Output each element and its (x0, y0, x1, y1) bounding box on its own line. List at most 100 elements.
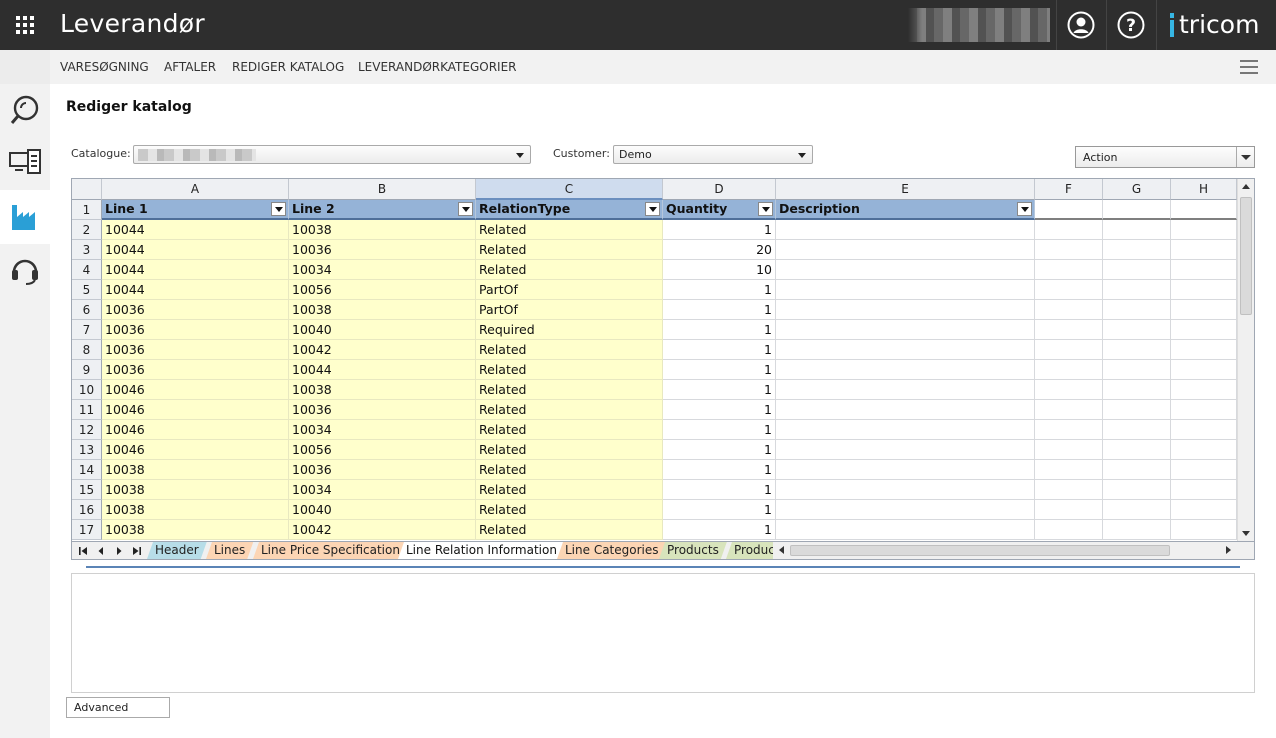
row-header[interactable]: 13 (72, 440, 102, 460)
action-select[interactable]: Action (1075, 146, 1255, 168)
sheet-tab[interactable]: Line Relation Information (398, 542, 565, 559)
sheet-tab[interactable]: Products (659, 542, 727, 559)
cell[interactable] (1103, 500, 1171, 520)
cell[interactable] (1035, 280, 1103, 300)
cell[interactable]: 1 (663, 360, 776, 380)
scroll-down-icon[interactable] (1242, 531, 1250, 536)
cell[interactable]: 1 (663, 340, 776, 360)
cell[interactable]: 10 (663, 260, 776, 280)
cell[interactable]: 10036 (102, 360, 289, 380)
menu-item-varesogning[interactable]: VARESØGNING (60, 60, 149, 74)
cell[interactable]: Related (476, 220, 663, 240)
table-header-cell[interactable]: Line 2 (289, 200, 476, 220)
cell[interactable]: 10036 (289, 240, 476, 260)
column-header-h[interactable]: H (1171, 179, 1237, 200)
cell[interactable] (1035, 400, 1103, 420)
cell[interactable] (1103, 380, 1171, 400)
cell[interactable] (1171, 500, 1237, 520)
cell[interactable]: 1 (663, 420, 776, 440)
row-header[interactable]: 2 (72, 220, 102, 240)
cell[interactable] (1103, 320, 1171, 340)
cell[interactable]: Related (476, 520, 663, 540)
row-header[interactable]: 11 (72, 400, 102, 420)
cell[interactable] (776, 440, 1035, 460)
cell[interactable]: 1 (663, 480, 776, 500)
cell[interactable]: 10044 (102, 260, 289, 280)
cell[interactable] (1035, 460, 1103, 480)
factory-icon[interactable] (0, 190, 50, 244)
cell[interactable]: Related (476, 340, 663, 360)
cell[interactable] (1035, 360, 1103, 380)
cell[interactable]: 10034 (289, 480, 476, 500)
last-sheet-icon[interactable] (131, 545, 143, 557)
cell[interactable] (776, 460, 1035, 480)
cell[interactable] (776, 240, 1035, 260)
table-header-cell[interactable]: Description (776, 200, 1035, 220)
row-header[interactable]: 10 (72, 380, 102, 400)
cell[interactable] (1103, 220, 1171, 240)
cell[interactable] (1103, 440, 1171, 460)
cell[interactable] (1171, 240, 1237, 260)
cell[interactable] (1103, 360, 1171, 380)
cell[interactable] (776, 520, 1035, 540)
select-all-corner[interactable] (72, 179, 102, 200)
cell[interactable]: Related (476, 260, 663, 280)
row-header[interactable]: 3 (72, 240, 102, 260)
cell[interactable] (1103, 340, 1171, 360)
cell[interactable]: 10034 (289, 260, 476, 280)
advanced-button[interactable]: Advanced (66, 697, 170, 718)
cell[interactable]: 10036 (289, 460, 476, 480)
cell[interactable] (776, 500, 1035, 520)
cell[interactable] (776, 360, 1035, 380)
scroll-up-icon[interactable] (1242, 184, 1250, 189)
cell[interactable] (1171, 280, 1237, 300)
cell[interactable]: Related (476, 420, 663, 440)
cell[interactable]: 10038 (289, 300, 476, 320)
cell[interactable] (1103, 460, 1171, 480)
row-header[interactable]: 16 (72, 500, 102, 520)
cell[interactable]: Related (476, 460, 663, 480)
cell[interactable]: 1 (663, 460, 776, 480)
vertical-scrollbar[interactable] (1237, 179, 1254, 541)
cell[interactable]: Related (476, 380, 663, 400)
cell[interactable]: 10056 (289, 440, 476, 460)
cell[interactable]: Related (476, 480, 663, 500)
cell[interactable]: 1 (663, 400, 776, 420)
cell[interactable] (1035, 200, 1103, 220)
filter-dropdown-icon[interactable] (758, 202, 773, 216)
row-header[interactable]: 17 (72, 520, 102, 540)
sheet-tab[interactable]: Header (147, 542, 207, 559)
cell[interactable] (1171, 480, 1237, 500)
cell[interactable]: 10056 (289, 280, 476, 300)
cell[interactable]: 10044 (289, 360, 476, 380)
filter-dropdown-icon[interactable] (645, 202, 660, 216)
sheet-tab[interactable]: Line Price Specification (253, 542, 408, 559)
pane-divider[interactable] (86, 566, 1240, 568)
cell[interactable] (1171, 520, 1237, 540)
cell[interactable]: 10046 (102, 400, 289, 420)
cell[interactable]: PartOf (476, 300, 663, 320)
filter-dropdown-icon[interactable] (271, 202, 286, 216)
cell[interactable] (1171, 260, 1237, 280)
cell[interactable] (1103, 200, 1171, 220)
cell[interactable]: 10038 (289, 220, 476, 240)
cell[interactable]: 10034 (289, 420, 476, 440)
row-header[interactable]: 1 (72, 200, 102, 220)
cell[interactable] (1171, 420, 1237, 440)
row-header[interactable]: 4 (72, 260, 102, 280)
catalogue-select[interactable] (133, 145, 531, 164)
cell[interactable]: 20 (663, 240, 776, 260)
row-header[interactable]: 7 (72, 320, 102, 340)
column-header-f[interactable]: F (1035, 179, 1103, 200)
cell[interactable]: 1 (663, 280, 776, 300)
cell[interactable] (1171, 440, 1237, 460)
row-header[interactable]: 6 (72, 300, 102, 320)
cell[interactable] (1035, 300, 1103, 320)
cell[interactable] (776, 480, 1035, 500)
cell[interactable] (1035, 340, 1103, 360)
cell[interactable]: 10036 (289, 400, 476, 420)
table-header-cell[interactable]: Quantity (663, 200, 776, 220)
cell[interactable] (776, 400, 1035, 420)
row-header[interactable]: 15 (72, 480, 102, 500)
first-sheet-icon[interactable] (77, 545, 89, 557)
